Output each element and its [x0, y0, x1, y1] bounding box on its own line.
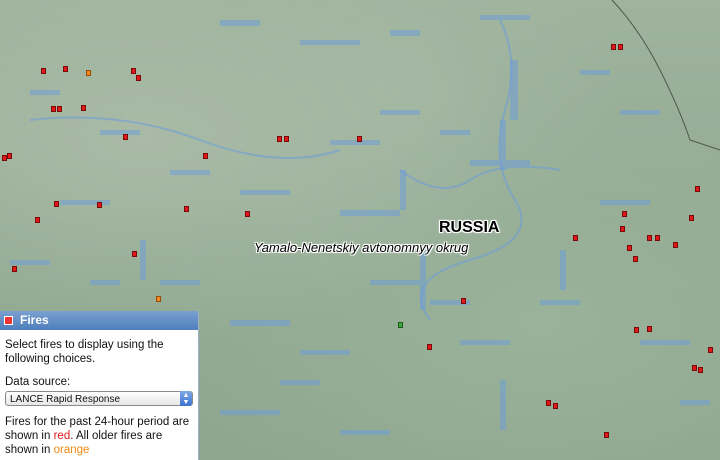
fires-intro-text: Select fires to display using the follow…: [5, 339, 164, 365]
fires-legend-text: Fires for the past 24-hour period are sh…: [5, 415, 193, 457]
fire-marker[interactable]: [357, 136, 362, 142]
fire-marker-older[interactable]: [86, 70, 91, 76]
fire-marker[interactable]: [622, 211, 627, 217]
fire-marker[interactable]: [546, 400, 551, 406]
fire-marker[interactable]: [647, 235, 652, 241]
fire-marker[interactable]: [132, 251, 137, 257]
fire-marker[interactable]: [57, 106, 62, 112]
fire-marker[interactable]: [131, 68, 136, 74]
fire-marker[interactable]: [284, 136, 289, 142]
fires-panel: Fires Select fires to display using the …: [0, 311, 199, 460]
fire-marker[interactable]: [692, 365, 697, 371]
fires-panel-title: Fires: [20, 313, 49, 327]
fire-marker[interactable]: [627, 245, 632, 251]
fire-marker[interactable]: [41, 68, 46, 74]
fire-marker[interactable]: [673, 242, 678, 248]
fire-marker[interactable]: [708, 347, 713, 353]
fire-marker[interactable]: [123, 134, 128, 140]
fire-marker[interactable]: [35, 217, 40, 223]
data-source-value: LANCE Rapid Response: [10, 394, 121, 405]
river-lines: [29, 19, 561, 321]
fire-marker[interactable]: [620, 226, 625, 232]
fire-marker[interactable]: [698, 367, 703, 373]
legend-orange: orange: [53, 444, 90, 456]
fire-marker[interactable]: [12, 266, 17, 272]
fire-marker[interactable]: [689, 215, 694, 221]
fire-marker[interactable]: [695, 186, 700, 192]
data-source-select[interactable]: LANCE Rapid Response ▲ ▼: [5, 391, 193, 406]
fire-marker[interactable]: [203, 153, 208, 159]
updown-arrows-icon: ▲ ▼: [180, 391, 192, 406]
legend-red: red: [53, 430, 71, 442]
fire-marker[interactable]: [427, 344, 432, 350]
fire-marker[interactable]: [277, 136, 282, 142]
fire-marker[interactable]: [573, 235, 578, 241]
fire-layer-icon: [4, 316, 13, 325]
fire-marker[interactable]: [461, 298, 466, 304]
fire-marker[interactable]: [51, 106, 56, 112]
fire-marker[interactable]: [81, 105, 86, 111]
border-line: [611, 0, 720, 151]
region-label: Yamalo-Nenetskiy avtonomnyy okrug: [254, 240, 469, 255]
fire-marker[interactable]: [634, 327, 639, 333]
fire-marker[interactable]: [633, 256, 638, 262]
fire-marker[interactable]: [655, 235, 660, 241]
fire-marker[interactable]: [647, 326, 652, 332]
map-view[interactable]: RUSSIA Yamalo-Nenetskiy avtonomnyy okrug…: [0, 0, 720, 460]
fires-panel-header[interactable]: Fires: [0, 311, 198, 330]
fire-marker-older[interactable]: [156, 296, 161, 302]
fire-marker[interactable]: [618, 44, 623, 50]
fire-marker[interactable]: [245, 211, 250, 217]
country-label: RUSSIA: [439, 219, 500, 236]
fire-marker[interactable]: [398, 322, 403, 328]
fire-marker[interactable]: [604, 432, 609, 438]
fire-marker[interactable]: [553, 403, 558, 409]
fire-marker[interactable]: [184, 206, 189, 212]
fire-marker[interactable]: [63, 66, 68, 72]
fires-panel-body: Select fires to display using the follow…: [0, 330, 198, 457]
fire-marker[interactable]: [54, 201, 59, 207]
fire-marker[interactable]: [611, 44, 616, 50]
data-source-label: Data source:: [5, 376, 71, 388]
fire-marker[interactable]: [136, 75, 141, 81]
fire-marker[interactable]: [7, 153, 12, 159]
fire-marker[interactable]: [97, 202, 102, 208]
